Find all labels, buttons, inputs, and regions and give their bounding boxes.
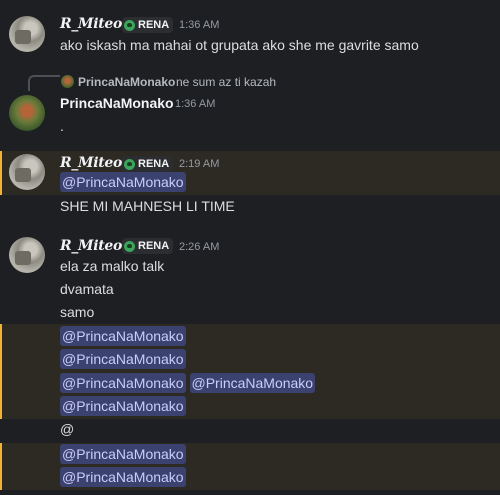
mention-line: @PrincaNaMonako @PrincaNaMonako — [60, 373, 316, 393]
user-mention[interactable]: @PrincaNaMonako — [60, 444, 186, 464]
username[interactable]: R_Miteo — [60, 238, 122, 254]
user-mention[interactable]: @PrincaNaMonako — [189, 373, 316, 393]
username[interactable]: PrincaNaMonako — [60, 95, 174, 111]
user-mention[interactable]: @PrincaNaMonako — [60, 396, 186, 416]
message-text: SHE MI MAHNESH LI TIME — [60, 198, 235, 214]
mention-line: @PrincaNaMonako — [60, 396, 186, 416]
username[interactable]: R_Miteo — [60, 155, 122, 171]
message-group: R_Miteo RENA 1:36 AM ako iskash ma mahai… — [0, 10, 500, 60]
message-text: ako iskash ma mahai ot grupata ako she m… — [60, 37, 419, 53]
message-text: dvamata — [60, 281, 114, 297]
alien-face-icon — [124, 158, 135, 170]
mention-line: @PrincaNaMonako — [60, 326, 186, 346]
reply-preview[interactable]: ne sum az ti kazah — [176, 75, 276, 89]
avatar[interactable] — [9, 237, 45, 273]
user-mention[interactable]: @PrincaNaMonako — [60, 349, 186, 369]
reply-author[interactable]: PrincaNaMonako — [78, 75, 175, 89]
message-line: SHE MI MAHNESH LI TIME — [0, 195, 500, 219]
role-tag[interactable]: RENA — [122, 156, 174, 172]
message-text: ela za malko talk — [60, 258, 165, 274]
chat-log: R_Miteo RENA 1:36 AM ako iskash ma mahai… — [0, 0, 500, 495]
user-mention[interactable]: @PrincaNaMonako — [60, 172, 186, 192]
user-mention[interactable]: @PrincaNaMonako — [60, 326, 186, 346]
reply-thread-icon — [28, 75, 60, 91]
avatar[interactable] — [9, 16, 45, 52]
mention-block: @PrincaNaMonako @PrincaNaMonako @PrincaN… — [0, 324, 500, 419]
timestamp: 2:19 AM — [179, 158, 220, 170]
message-group: R_Miteo RENA 2:26 AM ela za malko talk d… — [0, 233, 500, 323]
alien-face-icon — [124, 19, 135, 31]
user-mention[interactable]: @PrincaNaMonako — [60, 467, 186, 487]
avatar[interactable] — [9, 95, 45, 131]
message-group: PrincaNaMonako 1:36 AM . — [0, 90, 500, 140]
message-group-mentioned: R_Miteo RENA 2:19 AM @PrincaNaMonako — [0, 151, 500, 195]
timestamp: 1:36 AM — [175, 98, 216, 110]
mention-block: @PrincaNaMonako @PrincaNaMonako — [0, 443, 500, 490]
message-text: @ — [60, 421, 75, 437]
message-text: . — [60, 118, 64, 134]
mention-line: @PrincaNaMonako — [60, 467, 186, 487]
message-line: @ — [0, 419, 500, 443]
alien-face-icon — [124, 240, 135, 252]
mention-line: @PrincaNaMonako — [60, 172, 186, 192]
mention-line: @PrincaNaMonako — [60, 349, 186, 369]
role-tag[interactable]: RENA — [122, 17, 174, 33]
avatar[interactable] — [61, 75, 74, 88]
timestamp: 1:36 AM — [179, 19, 220, 31]
message-text: samo — [60, 304, 95, 320]
username[interactable]: R_Miteo — [60, 16, 122, 32]
avatar[interactable] — [9, 154, 45, 190]
timestamp: 2:26 AM — [179, 241, 220, 253]
role-tag[interactable]: RENA — [122, 238, 174, 254]
user-mention[interactable]: @PrincaNaMonako — [60, 373, 186, 393]
mention-line: @PrincaNaMonako — [60, 444, 186, 464]
